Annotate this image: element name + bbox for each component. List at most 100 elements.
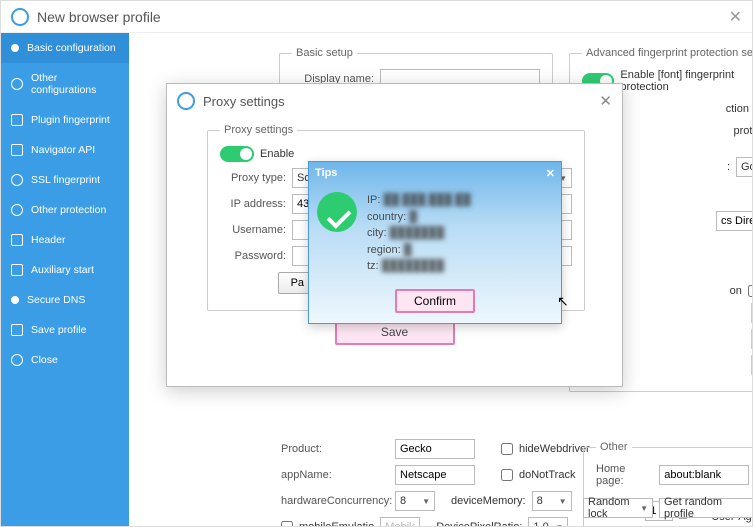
protection-noise-label: protection(noise mode) bbox=[733, 125, 752, 137]
devmem-label: deviceMemory: bbox=[451, 495, 526, 507]
get-random-profile-select[interactable]: Get random profile▼ bbox=[659, 498, 752, 518]
tips-ip-label: IP: bbox=[367, 194, 380, 206]
sidebar-item-other-config[interactable]: Other configurations bbox=[1, 63, 129, 105]
sidebar-item-ssl[interactable]: SSL fingerprint bbox=[1, 165, 129, 195]
tips-country-value: █ bbox=[409, 211, 417, 223]
sidebar-label: Secure DNS bbox=[27, 294, 85, 306]
bottom-bar: Random lock▼ Get random profile▼ Save pr… bbox=[583, 498, 752, 520]
other-legend: Other bbox=[596, 441, 632, 453]
close-icon[interactable]: ✕ bbox=[729, 7, 742, 27]
tips-city-value: ███████ bbox=[390, 227, 445, 239]
devmem-select[interactable]: 8▼ bbox=[532, 491, 572, 511]
close-icon[interactable]: ✕ bbox=[599, 92, 612, 110]
donottrack-checkbox[interactable] bbox=[501, 469, 513, 481]
app-window: New browser profile ✕ Basic configuratio… bbox=[0, 0, 753, 527]
sidebar-label: Navigator API bbox=[31, 144, 95, 156]
sidebar-item-navigator[interactable]: Navigator API bbox=[1, 135, 129, 165]
nav-icon bbox=[11, 144, 23, 156]
proxy-enable-toggle[interactable] bbox=[220, 146, 254, 162]
hwconc-label: hardwareConcurrency: bbox=[281, 495, 389, 507]
random-lock-select[interactable]: Random lock▼ bbox=[583, 498, 653, 518]
enable-font-label: Enable [font] fingerprint protection bbox=[620, 69, 752, 93]
sidebar-item-plugin[interactable]: Plugin fingerprint bbox=[1, 105, 129, 135]
proxy-modal-title: Proxy settings bbox=[203, 94, 285, 109]
sidebar-label: Basic configuration bbox=[27, 42, 116, 54]
sidebar-item-save[interactable]: Save profile bbox=[1, 315, 129, 345]
hide-webdriver-label: hideWebdriver bbox=[519, 443, 590, 455]
gear-icon bbox=[11, 78, 23, 90]
proxy-enable-label: Enable bbox=[260, 148, 294, 160]
lock-icon bbox=[11, 174, 23, 186]
titlebar: New browser profile ✕ bbox=[1, 1, 752, 33]
sidebar-label: Plugin fingerprint bbox=[31, 114, 110, 126]
appname-input[interactable] bbox=[395, 465, 475, 485]
adv-legend: Advanced fingerprint protection settings bbox=[582, 47, 752, 59]
basic-legend: Basic setup bbox=[292, 47, 357, 59]
appname-label: appName: bbox=[281, 469, 389, 481]
success-check-icon bbox=[317, 192, 357, 232]
app-logo-icon bbox=[11, 8, 29, 26]
sidebar-label: Other protection bbox=[31, 204, 106, 216]
mobile-emu-checkbox[interactable] bbox=[281, 521, 293, 526]
sidebar-item-dns[interactable]: Secure DNS bbox=[1, 285, 129, 315]
proxy-legend: Proxy settings bbox=[220, 124, 297, 136]
donottrack-label: doNotTrack bbox=[519, 469, 575, 481]
window-title: New browser profile bbox=[37, 9, 161, 25]
set-device-name-checkbox[interactable] bbox=[748, 285, 752, 297]
proxy-user-label: Username: bbox=[220, 224, 286, 236]
product-label: Product: bbox=[281, 443, 389, 455]
tips-city-label: city: bbox=[367, 227, 387, 239]
shield-icon bbox=[11, 204, 23, 216]
dpr-select[interactable]: 1.0▼ bbox=[528, 517, 568, 526]
proxy-pass-label: Password: bbox=[220, 250, 286, 262]
proxy-modal-header: Proxy settings ✕ bbox=[167, 84, 622, 118]
dns-icon bbox=[11, 296, 19, 304]
sidebar-item-header[interactable]: Header bbox=[1, 225, 129, 255]
close-icon[interactable]: ✕ bbox=[546, 167, 555, 180]
vendor-select[interactable]: Google Inc. (AMD▼ bbox=[736, 157, 752, 177]
proxy-ip-label: IP address: bbox=[220, 198, 286, 210]
tips-tz-value: ████████ bbox=[382, 260, 444, 272]
tips-title: Tips bbox=[315, 167, 337, 179]
sidebar-label: Close bbox=[31, 354, 58, 366]
sidebar-label: SSL fingerprint bbox=[31, 174, 100, 186]
save-icon bbox=[11, 324, 23, 336]
tips-confirm-button[interactable]: Confirm bbox=[395, 289, 475, 313]
edit-device-name-button[interactable]: Edit device name bbox=[751, 329, 752, 349]
check-icon bbox=[11, 44, 19, 52]
header-icon bbox=[11, 234, 23, 246]
tips-region-value: █ bbox=[404, 244, 412, 256]
close-icon bbox=[11, 354, 23, 366]
mobile-emu-label: mobileEmulatio bbox=[299, 521, 374, 526]
edit-device-name-button[interactable]: Edit device name bbox=[751, 303, 752, 323]
mobile-input bbox=[380, 517, 420, 526]
sidebar-label: Header bbox=[31, 234, 65, 246]
cmd-icon bbox=[11, 264, 23, 276]
tips-info: IP: ██.███.███.██ country: █ city: █████… bbox=[367, 192, 471, 275]
render-input[interactable] bbox=[716, 211, 752, 231]
plugin-icon bbox=[11, 114, 23, 126]
sidebar-label: Save profile bbox=[31, 324, 86, 336]
app-logo-icon bbox=[177, 92, 195, 110]
tips-ip-value: ██.███.███.██ bbox=[384, 194, 471, 206]
on-label: on bbox=[730, 285, 742, 297]
edit-device-name-button[interactable]: Edit device name bbox=[751, 355, 752, 375]
ction-label: ction bbox=[726, 103, 749, 115]
sidebar-item-basic[interactable]: Basic configuration bbox=[1, 33, 129, 63]
homepage-input[interactable] bbox=[659, 465, 749, 485]
hide-webdriver-checkbox[interactable] bbox=[501, 443, 513, 455]
homepage-label: Home page: bbox=[596, 463, 653, 487]
tips-region-label: region: bbox=[367, 244, 401, 256]
hwconc-select[interactable]: 8▼ bbox=[395, 491, 435, 511]
sidebar-item-other-prot[interactable]: Other protection bbox=[1, 195, 129, 225]
tips-header: Tips ✕ bbox=[309, 162, 561, 184]
sidebar-item-close[interactable]: Close bbox=[1, 345, 129, 375]
proxy-type-label: Proxy type: bbox=[220, 172, 286, 184]
product-input[interactable] bbox=[395, 439, 475, 459]
sidebar-item-aux[interactable]: Auxiliary start bbox=[1, 255, 129, 285]
vendor-label: : bbox=[727, 161, 730, 173]
sidebar: Basic configuration Other configurations… bbox=[1, 33, 129, 526]
tips-country-label: country: bbox=[367, 211, 406, 223]
tips-modal: Tips ✕ IP: ██.███.███.██ country: █ city:… bbox=[308, 161, 562, 324]
sidebar-label: Other configurations bbox=[31, 72, 119, 96]
